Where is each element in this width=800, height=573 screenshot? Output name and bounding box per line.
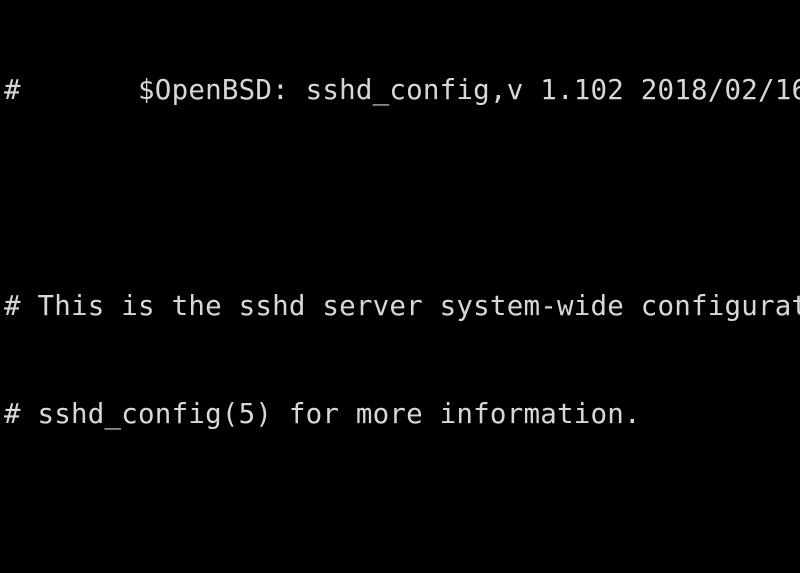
config-line: # $OpenBSD: sshd_config,v 1.102 2018/02/… <box>0 72 800 108</box>
config-line: # sshd_config(5) for more information. <box>0 396 800 432</box>
config-line <box>0 180 800 216</box>
config-line <box>0 504 800 540</box>
config-line: # This is the sshd server system-wide co… <box>0 288 800 324</box>
terminal-editor[interactable]: # $OpenBSD: sshd_config,v 1.102 2018/02/… <box>0 0 800 573</box>
